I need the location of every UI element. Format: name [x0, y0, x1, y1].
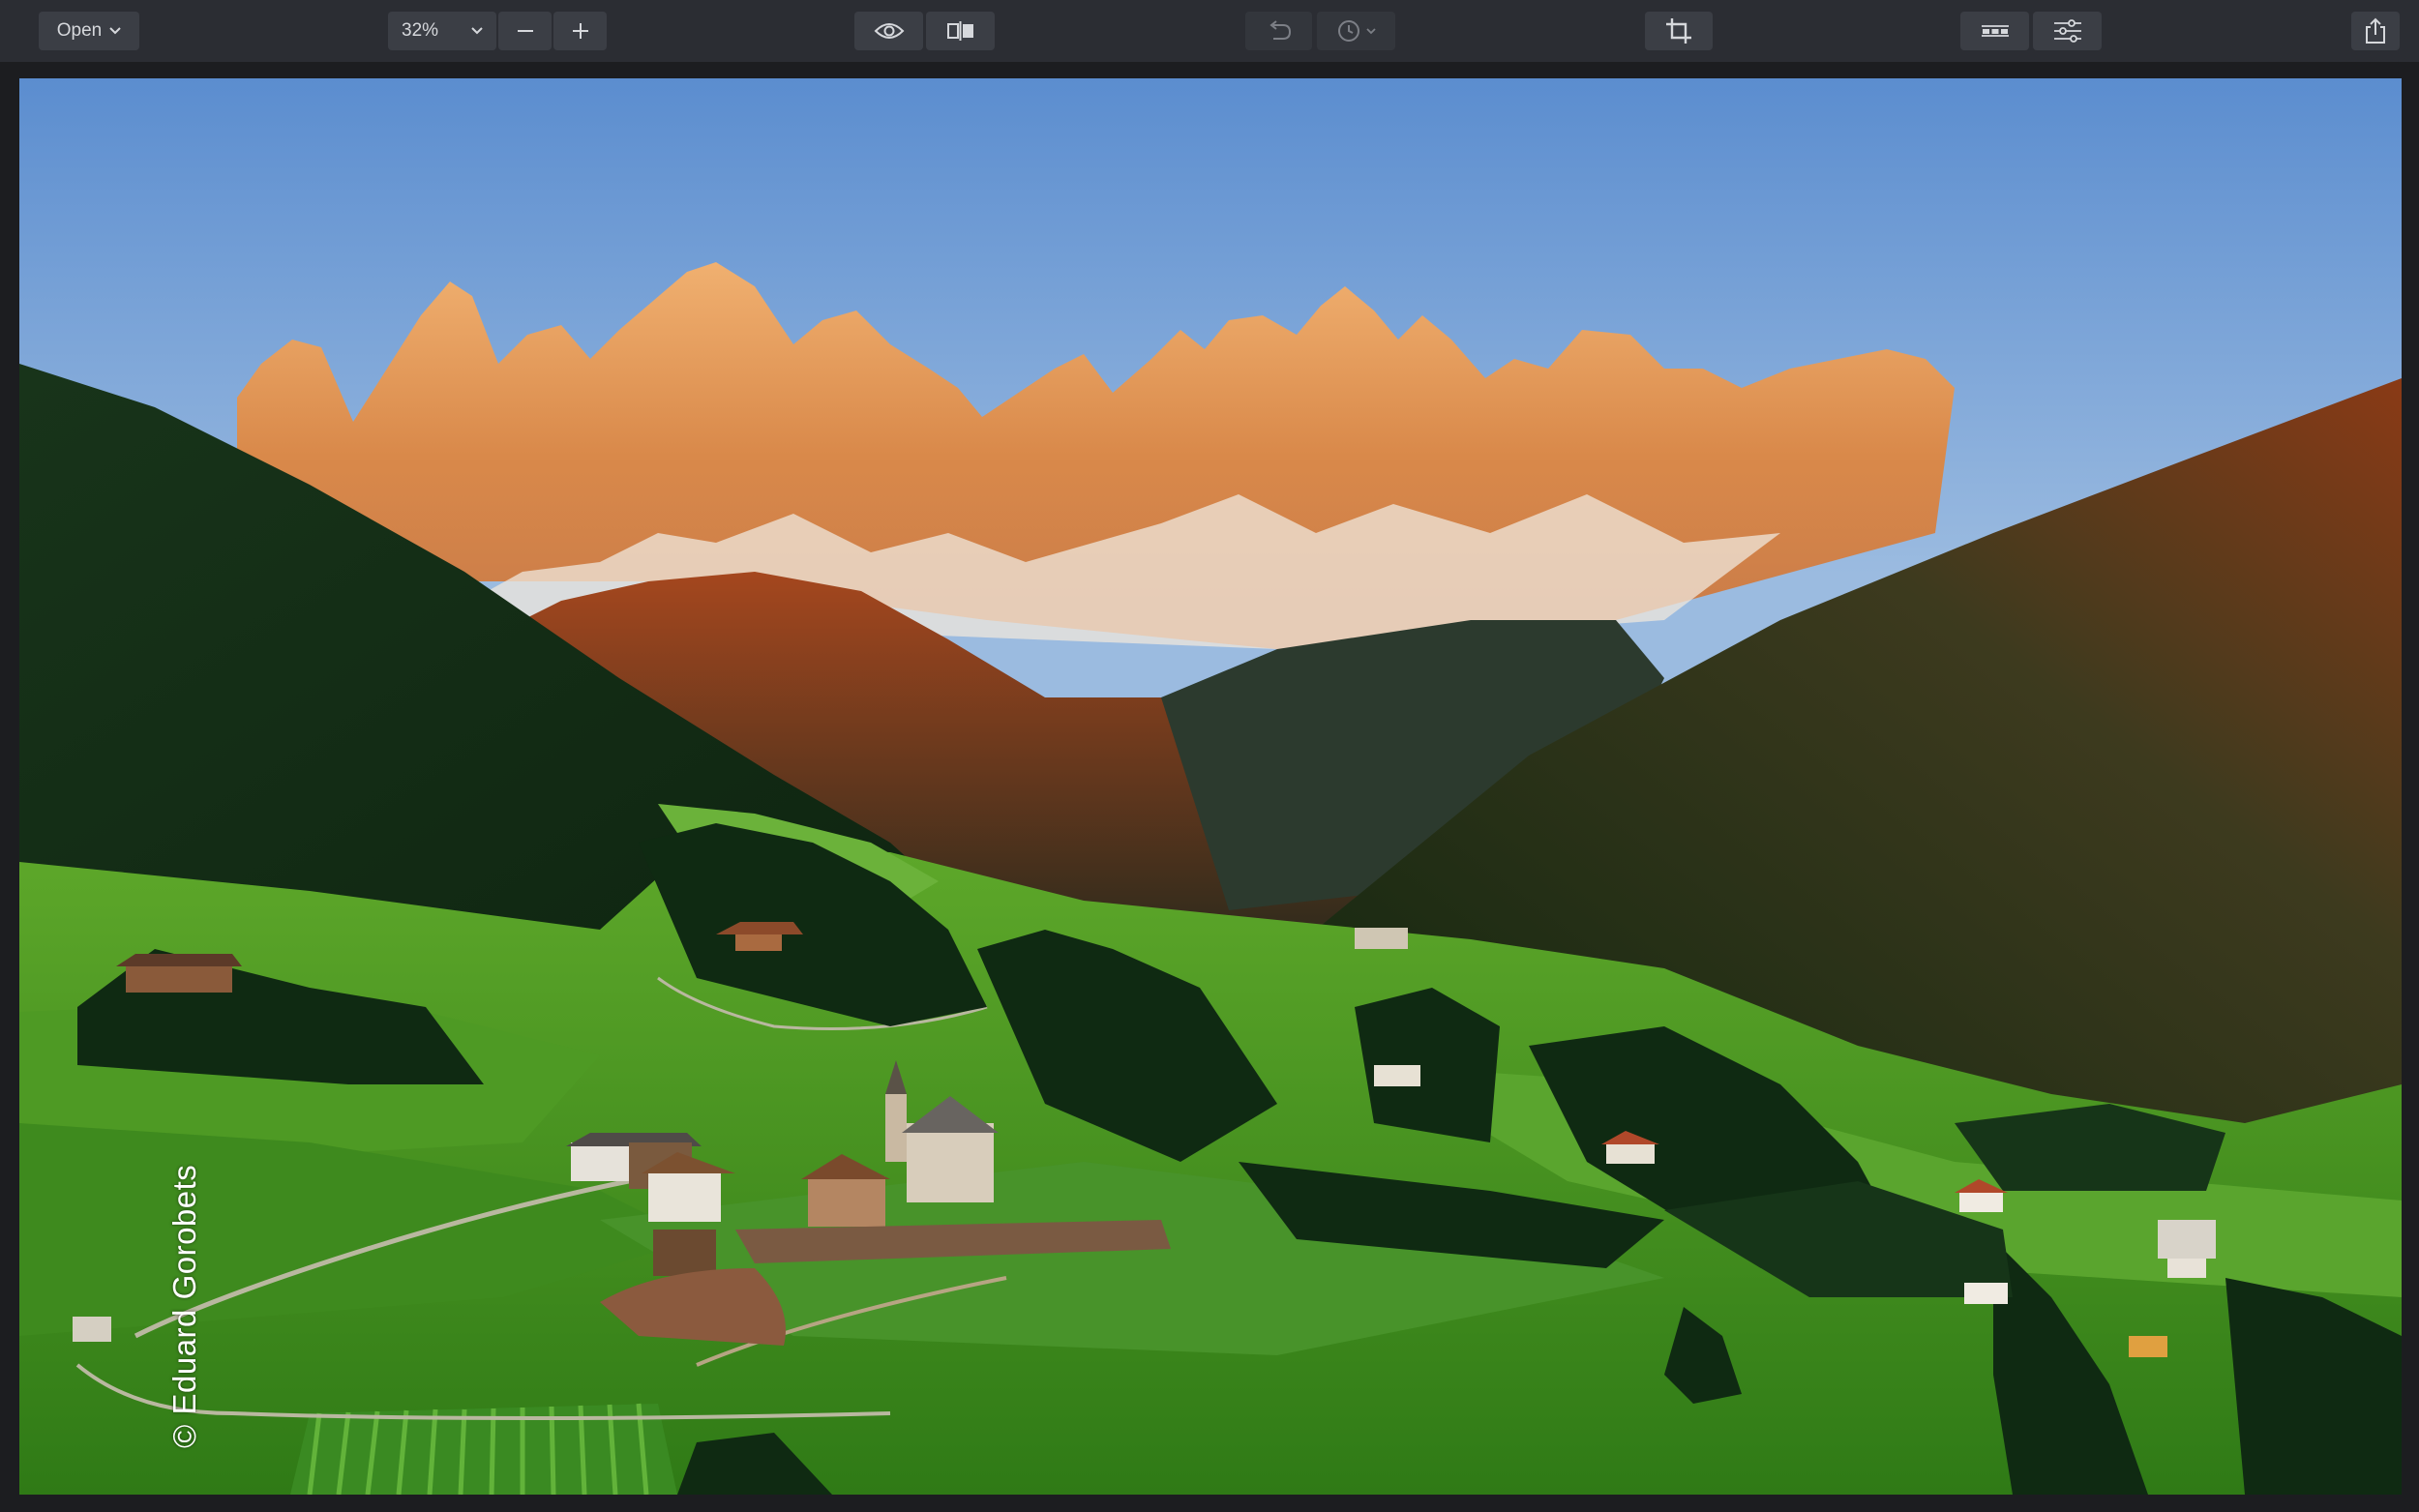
compare-button[interactable] [926, 12, 995, 50]
minus-icon [516, 21, 535, 41]
watermark-credit: © Eduard Gorobets [166, 1164, 202, 1448]
chevron-down-icon [471, 27, 483, 35]
open-button[interactable]: Open [39, 12, 139, 50]
adjustments-button[interactable] [2033, 12, 2102, 50]
zoom-level-dropdown[interactable]: 32% [388, 12, 496, 50]
plus-icon [571, 21, 590, 41]
landscape-photo [19, 78, 2402, 1495]
crop-icon [1665, 17, 1692, 44]
clock-icon [1337, 19, 1360, 43]
zoom-in-button[interactable] [553, 12, 607, 50]
filmstrip-button[interactable] [1960, 12, 2029, 50]
sliders-icon [2053, 19, 2082, 43]
photo-canvas[interactable]: © Eduard Gorobets [19, 78, 2402, 1495]
preview-button[interactable] [854, 12, 923, 50]
share-button[interactable] [2351, 12, 2400, 50]
filmstrip-icon [1981, 24, 2010, 38]
share-icon [2365, 17, 2386, 44]
split-view-icon [946, 20, 975, 42]
toolbar: Open 32% [0, 0, 2419, 62]
zoom-out-button[interactable] [498, 12, 552, 50]
open-button-label: Open [56, 20, 103, 41]
chevron-down-icon [1365, 27, 1376, 35]
undo-button[interactable] [1245, 12, 1312, 50]
eye-icon [874, 21, 905, 41]
zoom-level-value: 32% [402, 20, 439, 41]
history-button[interactable] [1317, 12, 1395, 50]
undo-icon [1266, 20, 1293, 42]
chevron-down-icon [109, 27, 121, 35]
crop-button[interactable] [1645, 12, 1713, 50]
